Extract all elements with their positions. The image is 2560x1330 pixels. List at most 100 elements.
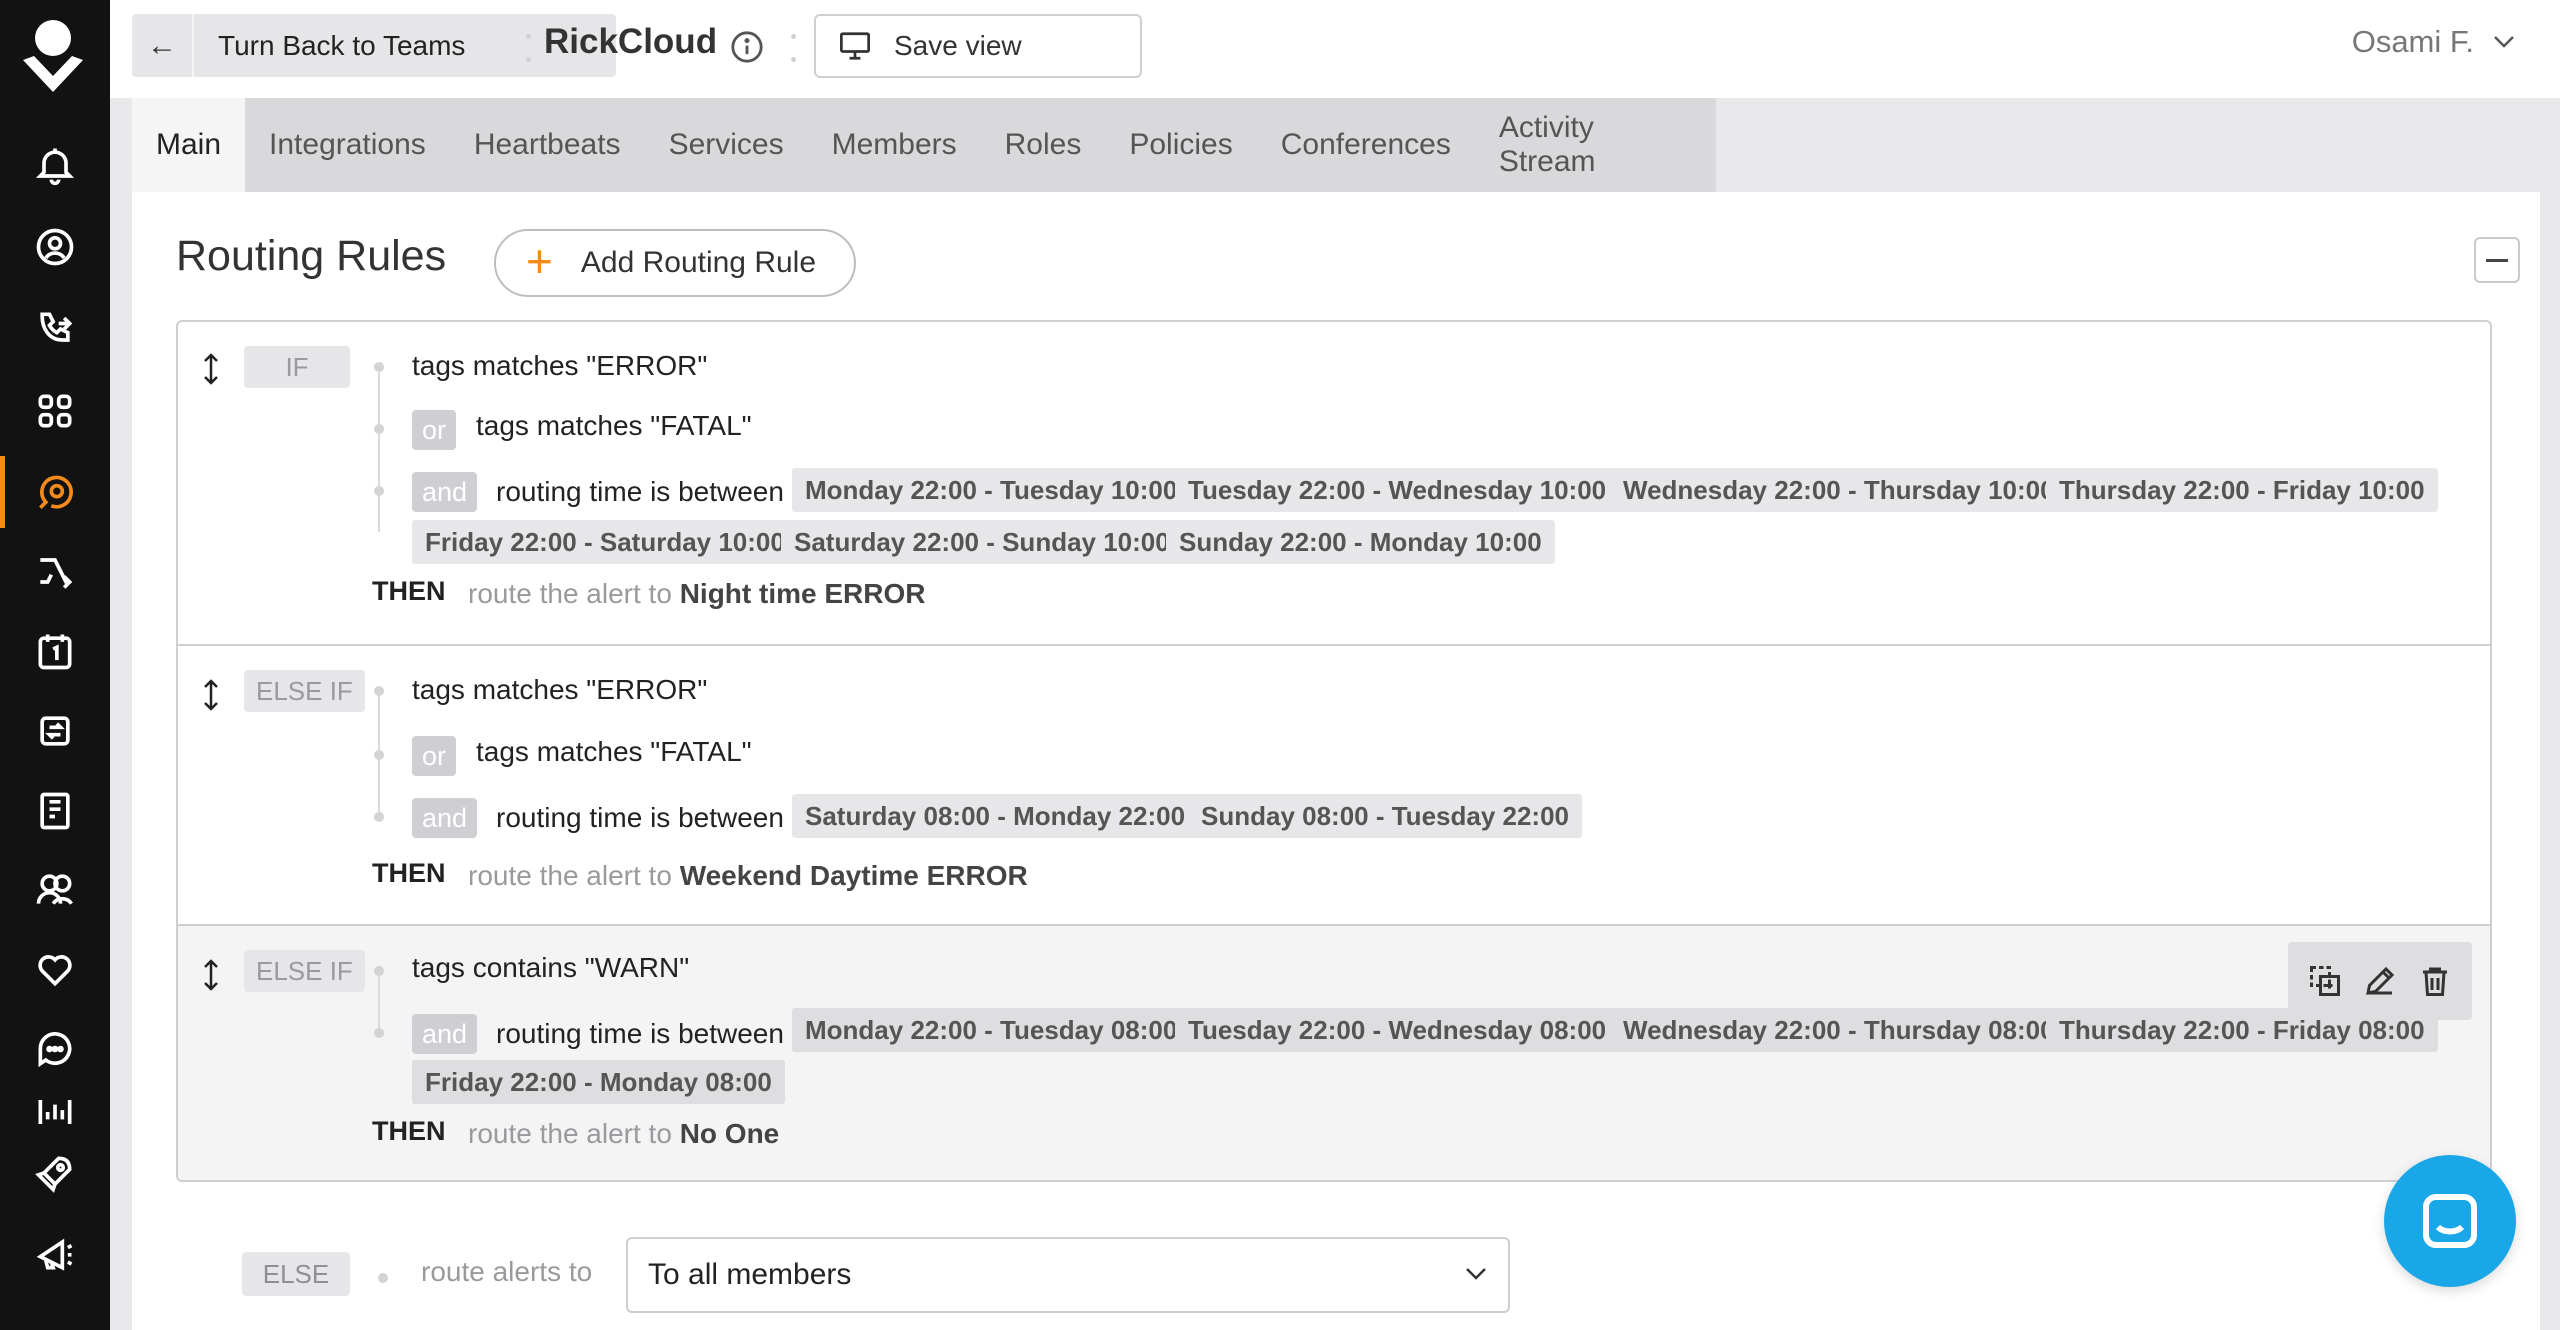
time-range-chip: Friday 22:00 - Saturday 10:00 [412, 520, 798, 564]
delete-icon[interactable] [2417, 963, 2453, 999]
condition-text: routing time is between [496, 476, 784, 507]
tab-services[interactable]: Services [645, 98, 808, 192]
chevron-down-icon [1466, 1268, 1486, 1280]
tab-activity-stream[interactable]: Activity Stream [1475, 98, 1716, 192]
separator [526, 34, 532, 62]
condition-dot [374, 812, 384, 822]
chat-icon [2423, 1194, 2477, 1248]
time-range-chip: Monday 22:00 - Tuesday 08:00 [792, 1008, 1191, 1052]
heartbeat-icon[interactable] [28, 942, 82, 996]
teams-icon[interactable] [28, 862, 82, 916]
tab-heartbeats[interactable]: Heartbeats [450, 98, 645, 192]
routing-rule[interactable]: IF tags matches "ERROR" or tags matches … [178, 322, 2490, 646]
save-view-button[interactable]: Save view [814, 14, 1142, 78]
else-if-badge: ELSE IF [244, 950, 365, 992]
and-badge: and [412, 472, 478, 512]
route-target: route the alert to Night time ERROR [468, 578, 926, 609]
edit-icon[interactable] [2362, 963, 2398, 999]
time-range-chip: Saturday 08:00 - Monday 22:00 [792, 794, 1199, 838]
default-route-select[interactable]: To all members [626, 1237, 1510, 1313]
routing-rule[interactable]: ELSE IF tags matches "ERROR" or tags mat… [178, 646, 2490, 926]
condition-dot [374, 750, 384, 760]
route-target: route the alert to No One [468, 1118, 780, 1149]
alerts-icon[interactable] [28, 466, 82, 520]
monitor-icon [840, 32, 870, 60]
default-route-value: To all members [648, 1258, 852, 1291]
save-view-label: Save view [894, 30, 1022, 61]
escalation-icon[interactable] [28, 704, 82, 758]
user-menu[interactable]: Osami F. [2352, 24, 2516, 60]
tab-roles[interactable]: Roles [981, 98, 1106, 192]
metrics-icon[interactable] [28, 1100, 82, 1124]
routing-rules-panel: Routing Rules + Add Routing Rule IF tags… [132, 192, 2540, 1330]
condition-text: tags matches "FATAL" [476, 410, 752, 441]
collapse-button[interactable] [2474, 237, 2520, 283]
section-title: Routing Rules [176, 232, 447, 280]
time-range-chip: Thursday 22:00 - Friday 10:00 [2046, 468, 2438, 512]
drag-handle-icon[interactable] [200, 678, 222, 712]
drag-handle-icon[interactable] [200, 352, 222, 386]
condition-text: routing time is between [496, 802, 784, 833]
condition-text: routing time is between [496, 1018, 784, 1049]
and-badge: and [412, 1014, 478, 1054]
tab-main[interactable]: Main [132, 98, 246, 192]
then-keyword: THEN [372, 858, 446, 888]
time-range-chip: Friday 22:00 - Monday 08:00 [412, 1060, 785, 1104]
rule-actions [2288, 942, 2472, 1020]
drag-handle-icon[interactable] [200, 958, 222, 992]
rules-list: IF tags matches "ERROR" or tags matches … [176, 320, 2492, 1182]
incoming-call-icon[interactable] [28, 302, 82, 356]
else-label: route alerts to [421, 1256, 593, 1287]
if-badge: IF [244, 346, 350, 388]
separator [791, 34, 797, 62]
opsgenie-logo[interactable] [18, 16, 88, 96]
condition-dot [374, 486, 384, 496]
time-range-chip: Saturday 22:00 - Sunday 10:00 [781, 520, 1183, 564]
add-routing-rule-button[interactable]: + Add Routing Rule [494, 229, 856, 297]
add-routing-rule-label: Add Routing Rule [580, 246, 817, 279]
arrow-left-icon: ← [132, 14, 194, 77]
active-indicator [0, 456, 5, 528]
tab-integrations[interactable]: Integrations [245, 98, 450, 192]
back-to-teams-label: Turn Back to Teams [218, 29, 466, 61]
notifications-icon[interactable] [28, 138, 82, 192]
condition-dot [374, 966, 384, 976]
route-target: route the alert to Weekend Daytime ERROR [468, 860, 1028, 891]
condition-dot [374, 686, 384, 696]
reports-icon[interactable] [28, 784, 82, 838]
copy-icon[interactable] [2307, 963, 2343, 999]
schedule-icon[interactable] [28, 624, 82, 678]
condition-connector [378, 370, 380, 532]
info-icon[interactable] [730, 30, 764, 64]
condition-text: tags contains "WARN" [412, 952, 690, 983]
condition-dot [374, 1028, 384, 1038]
top-bar: ← Turn Back to Teams RickCloud Save view… [110, 0, 2560, 98]
time-range-chip: Tuesday 22:00 - Wednesday 10:00 [1175, 468, 1620, 512]
time-range-chip: Sunday 22:00 - Monday 10:00 [1166, 520, 1555, 564]
routing-icon[interactable] [28, 544, 82, 598]
and-badge: and [412, 798, 478, 838]
condition-text: tags matches "FATAL" [476, 736, 752, 767]
chat-icon[interactable] [28, 1022, 82, 1076]
announcement-icon[interactable] [28, 1226, 82, 1280]
page-title: RickCloud [544, 22, 718, 61]
routing-rule[interactable]: ELSE IF tags contains "WARN" and routing… [178, 926, 2490, 1180]
or-badge: or [412, 736, 457, 776]
tab-conferences[interactable]: Conferences [1257, 98, 1475, 192]
condition-connector [378, 972, 380, 1034]
else-if-badge: ELSE IF [244, 670, 365, 712]
contacts-icon[interactable] [28, 220, 82, 274]
tab-policies[interactable]: Policies [1105, 98, 1256, 192]
rocket-icon[interactable] [28, 1146, 82, 1200]
then-keyword: THEN [372, 1116, 446, 1146]
time-range-chip: Wednesday 22:00 - Thursday 08:00 [1610, 1008, 2068, 1052]
condition-dot [378, 1273, 388, 1283]
support-chat-button[interactable] [2384, 1155, 2516, 1287]
services-icon[interactable] [28, 384, 82, 438]
condition-text: tags matches "ERROR" [412, 674, 708, 705]
chevron-down-icon [2494, 36, 2514, 48]
tab-members[interactable]: Members [808, 98, 981, 192]
condition-dot [374, 424, 384, 434]
sidebar [0, 0, 110, 1330]
or-badge: or [412, 410, 457, 450]
